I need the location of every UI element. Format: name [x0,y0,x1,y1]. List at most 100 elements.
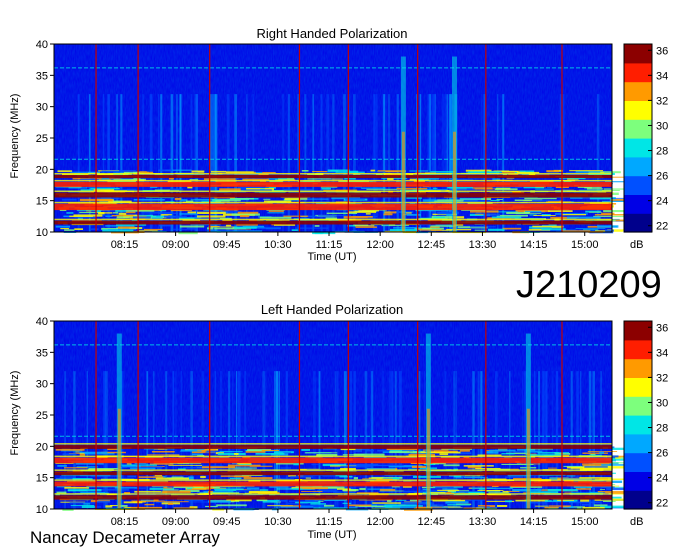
streak-mark [427,94,431,233]
noise-mark [497,505,508,507]
noise-mark [63,215,71,218]
y-axis-label-bottom: Frequency (MHz) [9,371,21,456]
noise-mark [582,506,605,509]
noise-mark [202,466,236,469]
noise-mark [445,501,469,504]
noise-mark [172,228,197,230]
noise-mark [268,210,284,212]
spectrogram-right-handed [54,44,645,235]
noise-mark [535,188,554,190]
noise-mark [127,475,136,478]
noise-mark [490,200,500,201]
noise-mark [64,467,88,469]
colorbar-tick-label: 30 [656,120,668,132]
noise-mark [546,170,560,173]
noise-mark [367,217,376,219]
noise-mark [73,214,103,217]
noise-mark [361,187,386,189]
noise-mark [97,488,129,491]
streak-mark [398,371,402,510]
noise-mark [277,488,303,490]
noise-mark [280,467,291,469]
x-tick-label: 12:00 [366,239,394,251]
noise-mark [131,500,165,502]
y-tick-label: 30 [36,102,48,114]
streak-mark [423,371,425,510]
colorbar-tick-label: 34 [656,70,668,82]
colorbar-tick-label: 26 [656,171,668,183]
noise-mark [427,451,461,454]
noise-mark [300,487,328,490]
streak-mark [77,94,80,233]
x-tick-label: 11:15 [316,516,343,528]
noise-mark [144,228,163,231]
noise-mark [163,489,179,491]
noise-mark [530,491,559,493]
x-tick-label: 08:15 [111,239,139,251]
streak-mark [262,371,265,510]
streak-mark [304,94,307,233]
streak-mark [542,371,545,510]
colorbar-segment [624,321,652,341]
streak-mark [190,94,193,233]
noise-mark [155,477,189,480]
streak-mark [391,371,394,510]
noise-mark [579,477,612,479]
noise-mark [298,198,329,200]
noise-mark [60,228,70,230]
noise-mark [267,212,285,214]
y-tick-label: 35 [36,70,48,82]
noise-mark [133,178,141,180]
y-tick-label: 40 [36,316,48,328]
noise-mark [158,169,173,172]
noise-mark [496,214,528,217]
streak-mark [449,94,452,233]
noise-mark [197,171,204,173]
noise-mark [184,499,203,502]
colorbar-tick-label: 36 [656,322,668,334]
streak-mark [214,94,218,233]
streak-mark [383,94,386,233]
noise-mark [352,230,357,231]
streak-mark [502,94,505,233]
noise-mark [468,171,502,173]
y-tick-label: 35 [36,347,48,359]
noise-mark [174,198,182,201]
colorbar-segment [624,81,652,101]
noise-mark [584,466,608,468]
noise-mark [353,477,358,480]
x-tick-label: 09:00 [162,239,190,251]
noise-mark [501,453,515,455]
noise-mark [355,226,377,228]
streak-mark [600,371,603,510]
colorbar-segment [624,62,652,83]
noise-mark [433,187,438,189]
streak-mark [158,94,160,233]
x-axis-label-bottom: Time (UT) [307,529,356,541]
noise-mark [331,178,343,180]
noise-mark [283,215,309,217]
streak-mark [146,371,149,510]
noise-mark [245,451,266,453]
noise-mark [544,500,552,502]
noise-mark [582,452,608,454]
noise-mark [406,197,422,199]
noise-mark [370,464,404,467]
colorbar-segment [624,119,652,139]
noise-mark [225,224,232,227]
noise-mark [391,486,400,488]
y-axis-label-top: Frequency (MHz) [9,94,21,179]
noise-mark [477,490,504,491]
noise-mark [225,171,254,173]
noise-mark [348,211,376,213]
chart-title-bottom: Left Handed Polarization [261,302,403,317]
noise-mark [55,225,70,228]
noise-mark [74,228,83,230]
noise-mark [506,212,530,214]
noise-mark [210,226,239,228]
noise-mark [132,216,151,219]
streak-mark [320,94,323,233]
noise-mark [365,213,371,215]
noise-mark [66,212,74,214]
noise-mark [97,500,111,503]
